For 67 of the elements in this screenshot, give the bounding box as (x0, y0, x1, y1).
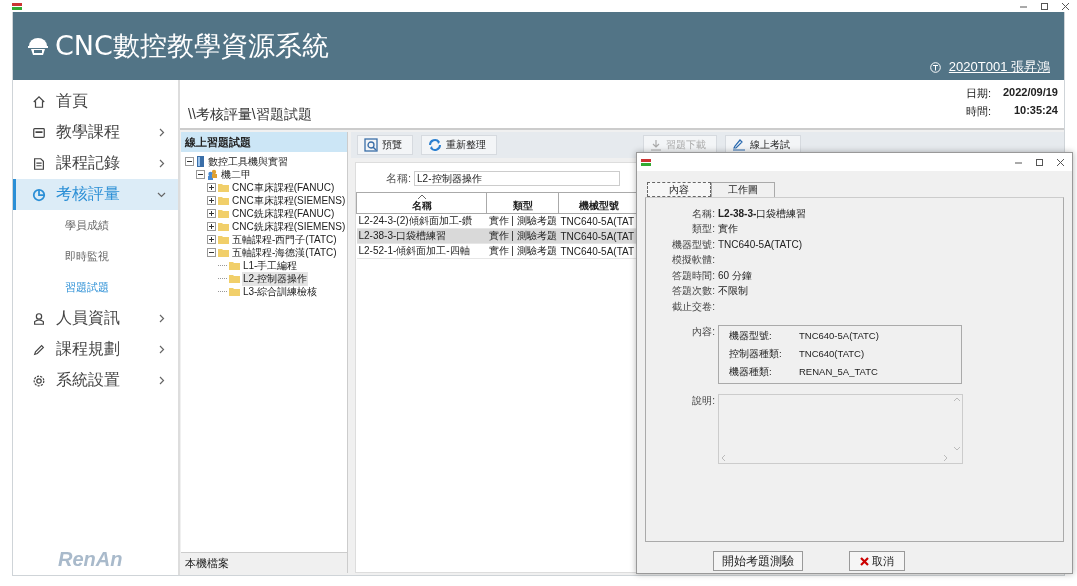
toolbar-button[interactable]: 重新整理 (421, 135, 497, 155)
field-label: 機器型號: (671, 237, 715, 252)
filter-label: 名稱: (386, 171, 412, 186)
date-value: 2022/09/19 (1002, 85, 1058, 100)
field-value: 不限制 (718, 284, 749, 299)
field-label: 機器型號: (729, 329, 773, 343)
sidebar-item[interactable]: 系統設置 (13, 365, 178, 396)
tree-item[interactable]: 數控工具機與實習 (207, 154, 289, 169)
field-label: 說明: (691, 393, 715, 408)
start-button[interactable]: 開始考題測驗 (713, 551, 803, 571)
field-value: TNC640-5A(TATC) (718, 239, 804, 251)
field-value: 60 分鐘 (718, 268, 753, 283)
tree-item[interactable]: L1-手工編程 (242, 258, 299, 273)
app-title: CNC數控教學資源系統 (55, 29, 329, 63)
column-header[interactable]: 名稱 (356, 192, 487, 214)
panel-title: 線上習題試題 (181, 132, 347, 152)
field-value: RENAN_5A_TATC (799, 365, 879, 379)
panel-footer: 本機檔案 (181, 552, 347, 573)
table-row[interactable]: L2-38-3-口袋槽練習 實作 | 測驗考題 TNC640-5A(TAT (356, 228, 639, 244)
tree-item[interactable]: 五軸課程-西門子(TATC) (231, 232, 338, 247)
field-label: 機器種類: (729, 365, 773, 379)
time-label: 時間: (965, 103, 991, 119)
field-label: 類型: (691, 222, 715, 237)
column-header[interactable]: 類型 (486, 192, 559, 214)
name-field[interactable]: L2-控制器操作 (414, 171, 621, 186)
toolbar-button[interactable]: 預覽 (357, 135, 413, 155)
field-label: 答題次數: (671, 284, 715, 299)
sidebar-item[interactable]: 課程規劃 (13, 334, 178, 365)
submenu-item[interactable]: 學員成績 (13, 210, 178, 241)
tree-item[interactable]: L3-綜合訓練檢核 (242, 284, 319, 299)
tree-item[interactable]: 機二甲 (220, 167, 252, 182)
field-label: 模擬軟體: (671, 253, 715, 268)
tree-item[interactable]: CNC銑床課程(SIEMENS) (231, 219, 347, 234)
sidebar-item[interactable]: 課程記錄 (13, 148, 178, 179)
tab[interactable]: 工作圖 (711, 182, 775, 197)
table-cell: 實作 | 測驗考題 (486, 243, 559, 259)
field-value: 實作 (718, 222, 739, 237)
user-link[interactable]: 2020T001 張昇鴻 (948, 58, 1050, 76)
field-label: 截止交卷: (671, 299, 715, 314)
tree-item[interactable]: L2-控制器操作 (242, 271, 309, 286)
field-label: 控制器種類: (729, 347, 783, 361)
column-header[interactable]: 機械型號 (558, 192, 639, 214)
tree-item[interactable]: CNC銑床課程(FANUC) (231, 206, 336, 221)
toolbar-button[interactable]: 線上考試 (725, 135, 801, 155)
table-cell: 實作 | 測驗考題 (486, 213, 559, 229)
field-label: 內容: (691, 324, 715, 339)
field-label: 答題時間: (671, 268, 715, 283)
field-value: L2-38-3-口袋槽練習 (718, 206, 808, 221)
tree-item[interactable]: CNC車床課程(SIEMENS) (231, 193, 347, 208)
field-label: 名稱: (691, 206, 715, 221)
tab[interactable]: 內容 (647, 182, 711, 197)
breadcrumb: \\考核評量\習題試題 (188, 106, 312, 124)
sidebar-item[interactable]: 首頁 (13, 86, 178, 117)
cancel-button[interactable]: 取消 (849, 551, 905, 571)
date-label: 日期: (965, 85, 991, 101)
submenu-item[interactable]: 習題試題 (13, 272, 178, 303)
sidebar-item[interactable]: 教學課程 (13, 117, 178, 148)
sidebar-item[interactable]: 人員資訊 (13, 303, 178, 334)
time-value: 10:35:24 (1012, 103, 1058, 118)
tree-item[interactable]: 五軸課程-海德漢(TATC) (231, 245, 338, 260)
field-value: TNC640-5A(TATC) (799, 329, 880, 343)
tree-item[interactable]: CNC車床課程(FANUC) (231, 180, 336, 195)
logo-text: RenAn (58, 548, 123, 571)
table-cell: L2-52-1-傾斜面加工-四軸 (356, 243, 487, 259)
field-value: TNC640(TATC) (799, 347, 866, 361)
submenu-item[interactable]: 即時監視 (13, 241, 178, 272)
table-cell: L2-24-3-(2)傾斜面加工-鑽 (356, 213, 487, 229)
